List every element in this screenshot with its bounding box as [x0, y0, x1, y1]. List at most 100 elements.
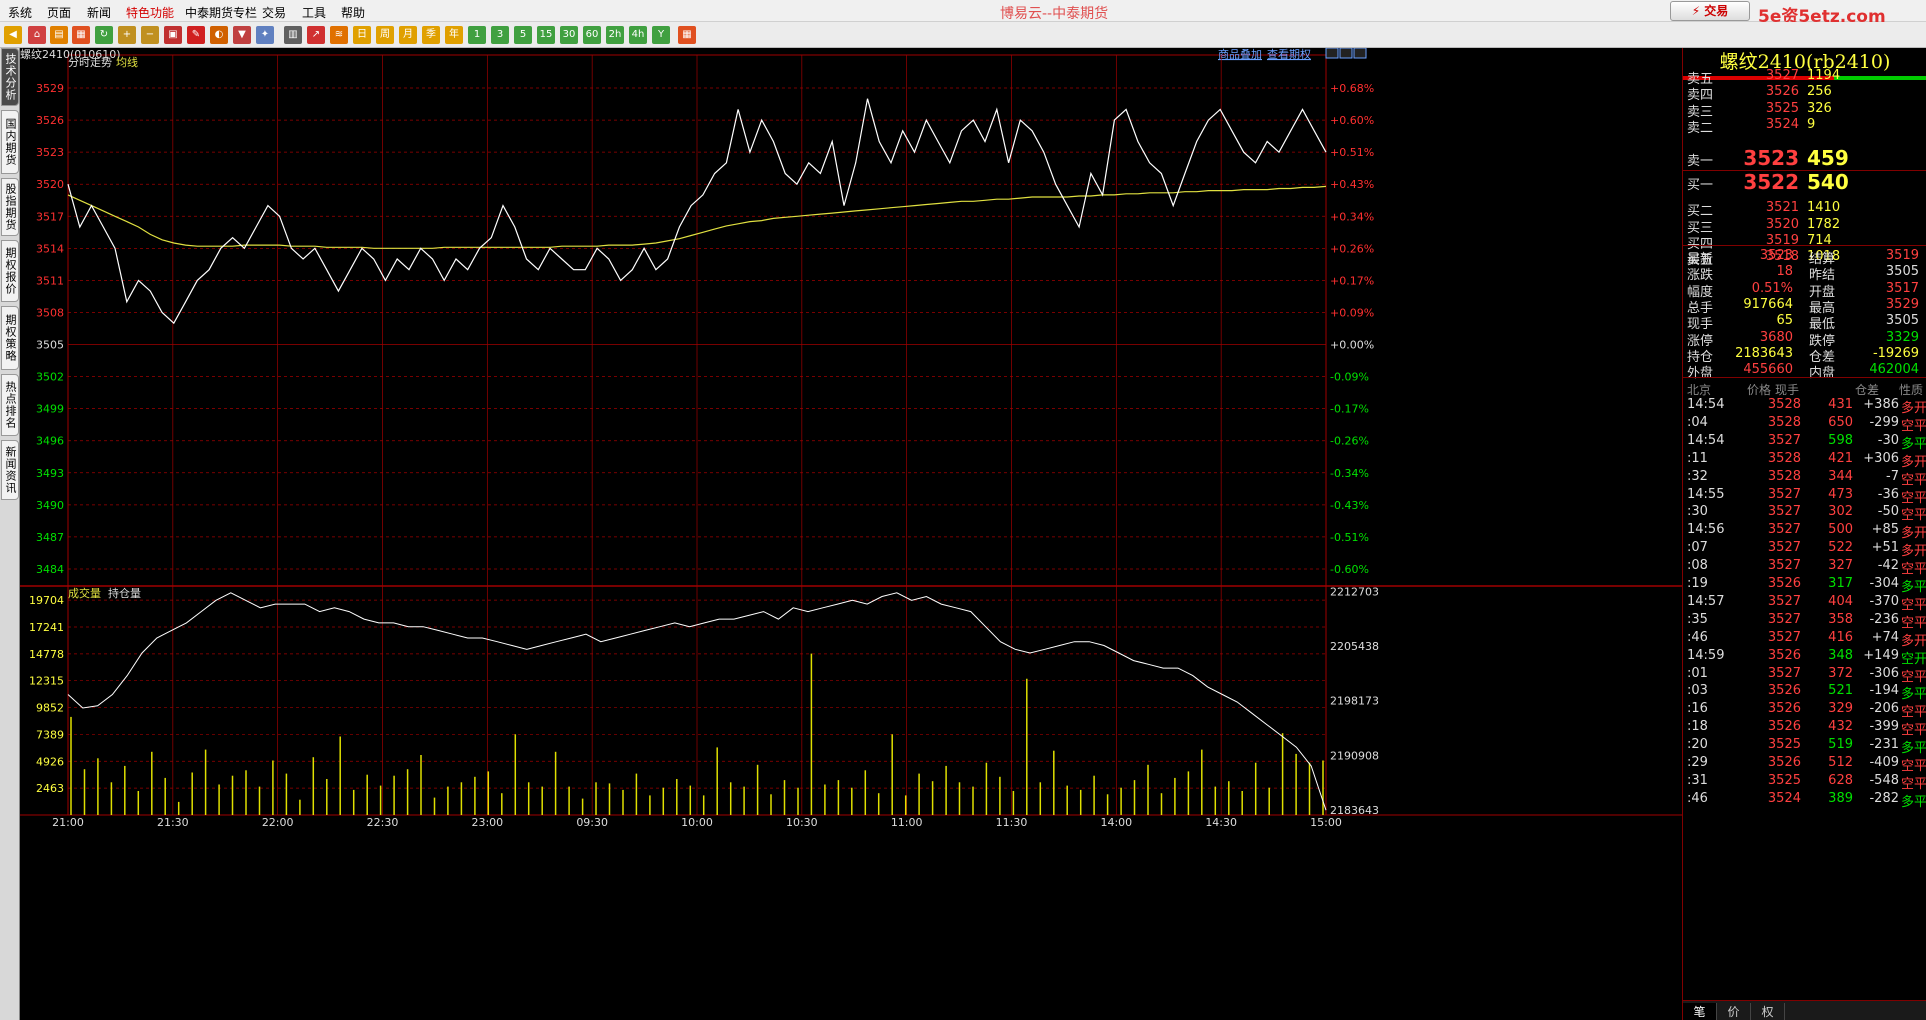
ask-price: 3524	[1765, 116, 1799, 132]
price-tick-label: 3529	[36, 82, 64, 95]
tick-price: 3525	[1767, 772, 1801, 788]
tick-volume: 421	[1828, 450, 1853, 466]
prev-page-icon[interactable]	[1325, 48, 1339, 59]
period-1m-icon[interactable]: 1	[468, 26, 486, 44]
menu-item[interactable]: 页面	[47, 4, 71, 21]
price-tick-label: 3511	[36, 274, 64, 287]
calc-icon[interactable]: ▦	[678, 26, 696, 44]
left-tab[interactable]: 新闻资讯	[1, 440, 19, 500]
tick-price: 3527	[1767, 665, 1801, 681]
intraday-chart[interactable]: 螺纹2410(010610) 商品叠加 查看期权分时走势 均线成交量 持仓量3529 +0…	[20, 48, 1682, 1020]
quote-bottom-tabs: 笔价权	[1683, 1000, 1926, 1020]
period-custom-icon[interactable]: Y	[652, 26, 670, 44]
trade-button[interactable]: ⚡ 交易	[1670, 1, 1750, 21]
menu-item[interactable]: 新闻	[87, 4, 111, 21]
window-icon[interactable]: ▣	[164, 26, 182, 44]
quote-tab[interactable]: 笔	[1683, 1003, 1717, 1020]
tick-oi-change: -30	[1877, 432, 1899, 448]
left-tab[interactable]: 技术分析	[1, 48, 19, 106]
filter-icon[interactable]: ▼	[233, 26, 251, 44]
stat-value: 2183643	[1735, 345, 1793, 361]
tick-oi-change: -370	[1869, 593, 1899, 609]
quote-tab[interactable]: 权	[1751, 1003, 1785, 1020]
refresh-icon[interactable]: ↻	[95, 26, 113, 44]
tick-price: 3524	[1767, 790, 1801, 806]
period-4h-icon[interactable]: 4h	[629, 26, 647, 44]
period-season-icon[interactable]: 季	[422, 26, 440, 44]
tick-volume: 500	[1828, 522, 1853, 538]
ask-volume: 1194	[1807, 68, 1841, 83]
tick-oi-change: +149	[1863, 647, 1899, 663]
period-60m-icon[interactable]: 60	[583, 26, 601, 44]
tick-time: :29	[1687, 755, 1708, 770]
tick-time: 14:55	[1687, 486, 1725, 502]
menu-item[interactable]: 特色功能	[126, 4, 174, 21]
line-chart-icon[interactable]: ↗	[307, 26, 325, 44]
menu-item[interactable]: 中泰期货专栏	[185, 4, 257, 21]
tick-oi-change: +74	[1871, 629, 1899, 645]
intraday-chart-panel[interactable]: 螺纹2410(010610) 商品叠加 查看期权 分时走势 均线 成交量 持仓量 3529 +0…	[20, 48, 1682, 1020]
menu-item[interactable]: 系统	[8, 4, 32, 21]
oi-tick-label: 2190908	[1330, 749, 1379, 762]
tick-volume: 329	[1828, 701, 1853, 717]
page-icon[interactable]: ▤	[50, 26, 68, 44]
period-month-icon[interactable]: 月	[399, 26, 417, 44]
price-tick-label: 3502	[36, 371, 64, 384]
left-tab[interactable]: 股指期货	[1, 178, 19, 236]
tick-row[interactable]: :46 3524 389 -282 多平	[1683, 788, 1926, 810]
left-tab[interactable]: 国内期货	[1, 110, 19, 174]
zoom-in-icon[interactable]: +	[118, 26, 136, 44]
tick-price: 3527	[1767, 629, 1801, 645]
pct-tick-label: -0.26%	[1330, 435, 1369, 448]
stat-value: -19269	[1872, 345, 1919, 361]
tick-volume: 404	[1828, 593, 1853, 609]
tick-volume: 348	[1828, 647, 1853, 663]
period-3m-icon[interactable]: 3	[491, 26, 509, 44]
tick-price: 3527	[1767, 593, 1801, 609]
back-arrow-icon[interactable]: ◀	[4, 26, 22, 44]
tick-time: :18	[1687, 719, 1708, 735]
tick-time: :31	[1687, 772, 1708, 788]
view-options-link[interactable]: 查看期权	[1267, 48, 1311, 61]
period-year-icon[interactable]: 年	[445, 26, 463, 44]
tick-time: :04	[1687, 414, 1708, 430]
left-tab[interactable]: 期权报价	[1, 240, 19, 302]
pct-tick-label: +0.17%	[1330, 274, 1374, 287]
ask-row[interactable]: 卖二 3524 9	[1683, 115, 1926, 136]
stat-value: 3519	[1885, 248, 1919, 263]
bid-row[interactable]: 买一 3522 540	[1683, 170, 1926, 194]
pen-icon[interactable]: ✎	[187, 26, 205, 44]
zoom-out-icon[interactable]: −	[141, 26, 159, 44]
time-tick-label: 15:00	[1310, 816, 1342, 829]
period-day-icon[interactable]: 日	[353, 26, 371, 44]
period-5m-icon[interactable]: 5	[514, 26, 532, 44]
time-tick-label: 11:00	[891, 816, 923, 829]
period-15m-icon[interactable]: 15	[537, 26, 555, 44]
menu-item[interactable]: 交易	[262, 4, 286, 21]
period-week-icon[interactable]: 周	[376, 26, 394, 44]
news-icon[interactable]: ▦	[72, 26, 90, 44]
menu-item[interactable]: 工具	[302, 4, 326, 21]
home-icon[interactable]: ⌂	[28, 26, 46, 44]
period-30m-icon[interactable]: 30	[560, 26, 578, 44]
next-page-icon[interactable]	[1339, 48, 1353, 59]
tick-oi-change: -399	[1869, 719, 1899, 735]
stat-value: 3680	[1759, 329, 1793, 345]
time-tick-label: 22:30	[367, 816, 399, 829]
wand-icon[interactable]: ✦	[256, 26, 274, 44]
overlay-link[interactable]: 商品叠加	[1218, 48, 1262, 61]
ask-row[interactable]: 卖一 3523 459	[1683, 146, 1926, 170]
table-icon[interactable]: ▥	[284, 26, 302, 44]
tick-volume: 432	[1828, 719, 1853, 735]
palette-icon[interactable]: ◐	[210, 26, 228, 44]
tick-icon[interactable]: ≋	[330, 26, 348, 44]
bid-volume: 1410	[1807, 200, 1841, 216]
left-tab[interactable]: 热点排名	[1, 374, 19, 436]
period-2h-icon[interactable]: 2h	[606, 26, 624, 44]
close-chart-icon[interactable]	[1353, 48, 1367, 59]
menu-item[interactable]: 帮助	[341, 4, 365, 21]
price-tick-label: 3520	[36, 178, 64, 191]
left-tab[interactable]: 期权策略	[1, 306, 19, 370]
volume-tick-label: 2463	[36, 782, 64, 795]
quote-tab[interactable]: 价	[1717, 1003, 1751, 1020]
